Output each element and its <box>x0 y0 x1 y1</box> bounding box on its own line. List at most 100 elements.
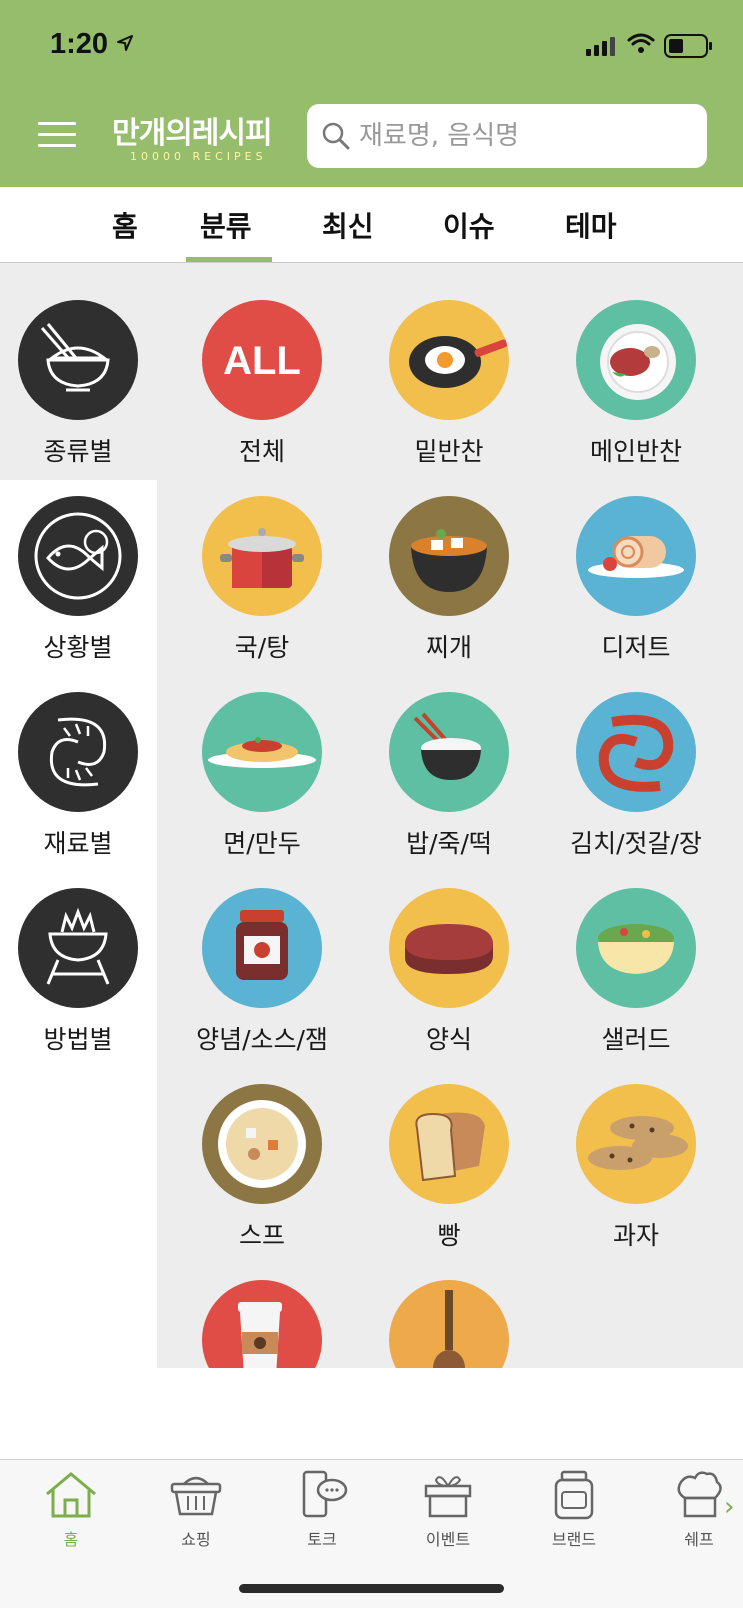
all-icon-text: ALL <box>223 339 301 383</box>
nav-shopping[interactable]: 쇼핑 <box>151 1470 241 1550</box>
soup-bowl-icon <box>202 1084 322 1204</box>
all-icon: ALL <box>202 300 322 420</box>
app-logo[interactable]: 만개의레시피 10000 RECIPES <box>112 108 292 168</box>
shrimp-icon <box>18 692 138 812</box>
rice-bowl-icon <box>18 300 138 420</box>
battery-icon <box>664 34 712 58</box>
category-label: 찌개 <box>425 633 472 662</box>
search-input[interactable] <box>359 116 689 156</box>
category-label: 디저트 <box>601 633 671 662</box>
sidebar-item-label: 상황별 <box>43 633 113 662</box>
nav-talk[interactable]: 토크 <box>277 1470 367 1550</box>
category-bread[interactable]: 빵 <box>364 1084 534 1252</box>
nav-scroll-right-icon[interactable]: › <box>724 1492 734 1522</box>
nav-label: 토크 <box>307 1530 337 1549</box>
category-salad[interactable]: 샐러드 <box>551 888 721 1056</box>
category-soup[interactable]: 국/탕 <box>177 496 347 664</box>
nav-event[interactable]: 이벤트 <box>403 1470 493 1550</box>
chef-hat-icon <box>677 1471 722 1518</box>
tab-home[interactable]: 홈 <box>112 205 138 245</box>
basket-icon <box>170 1476 222 1516</box>
sidebar-item-situation[interactable]: 상황별 <box>0 496 163 664</box>
category-western[interactable]: 양식 <box>364 888 534 1056</box>
nav-label: 홈 <box>63 1530 79 1549</box>
category-label: 과자 <box>612 1221 659 1250</box>
sidebar-item-label: 방법별 <box>43 1025 113 1054</box>
bread-icon <box>389 1084 509 1204</box>
steak-plate-icon <box>576 300 696 420</box>
category-label: 빵 <box>437 1221 461 1250</box>
location-arrow-icon <box>117 35 133 51</box>
category-rice[interactable]: 밥/죽/떡 <box>364 692 534 860</box>
category-stew[interactable]: 찌개 <box>364 496 534 664</box>
category-other[interactable] <box>364 1280 534 1368</box>
jar-icon <box>554 1470 594 1520</box>
category-noodles[interactable]: 면/만두 <box>177 692 347 860</box>
category-label: 양념/소스/잼 <box>196 1025 328 1054</box>
nav-label: 이벤트 <box>425 1530 471 1549</box>
rice-bowl-chopsticks-icon <box>389 692 509 812</box>
nav-home[interactable]: 홈 <box>26 1470 116 1550</box>
category-label: 국/탕 <box>234 633 290 662</box>
category-label: 샐러드 <box>601 1025 671 1054</box>
category-kimchi[interactable]: 김치/젓갈/장 <box>551 692 721 860</box>
category-main-dish[interactable]: 메인반찬 <box>551 300 721 468</box>
nav-label: 브랜드 <box>551 1530 597 1549</box>
tab-category[interactable]: 분류 <box>200 205 252 245</box>
category-side-dish[interactable]: 밑반찬 <box>364 300 534 468</box>
chat-phone-icon <box>302 1470 348 1518</box>
top-tabs: 홈 분류 최신 이슈 테마 <box>0 187 743 263</box>
jam-jar-icon <box>202 888 322 1008</box>
pasta-icon <box>202 692 322 812</box>
salad-bowl-icon <box>576 888 696 1008</box>
category-label: 김치/젓갈/장 <box>570 829 702 858</box>
content-bottom-spacer <box>0 1368 743 1459</box>
cookie-icon <box>576 1084 696 1204</box>
guitar-icon <box>389 1280 509 1368</box>
home-indicator <box>239 1584 504 1593</box>
home-icon <box>46 1472 96 1518</box>
search-box[interactable] <box>307 104 707 168</box>
tab-issue[interactable]: 이슈 <box>443 205 495 245</box>
category-dessert[interactable]: 디저트 <box>551 496 721 664</box>
sidebar-item-label: 재료별 <box>43 829 113 858</box>
status-bar: 1:20 <box>0 26 743 66</box>
logo-title: 만개의레시피 <box>112 116 273 151</box>
category-snack[interactable]: 과자 <box>551 1084 721 1252</box>
category-drink[interactable] <box>177 1280 347 1368</box>
sidebar-item-label: 종류별 <box>43 437 113 466</box>
category-sauce[interactable]: 양념/소스/잼 <box>177 888 347 1056</box>
category-content: 종류별 상황별 재료별 방법별 ALL 전체 밑반찬 메인반찬 국/탕 찌개 디… <box>0 263 743 1368</box>
nav-brand[interactable]: 브랜드 <box>529 1470 619 1550</box>
category-label: 면/만두 <box>223 829 301 858</box>
hamburger-menu-button[interactable] <box>38 122 76 148</box>
steak-icon <box>389 888 509 1008</box>
category-label: 전체 <box>238 437 285 466</box>
category-label: 밑반찬 <box>414 437 484 466</box>
sidebar-item-ingredient[interactable]: 재료별 <box>0 692 163 860</box>
signal-icon <box>586 37 615 56</box>
fish-plate-icon <box>18 496 138 616</box>
wifi-icon <box>627 33 655 53</box>
category-label: 메인반찬 <box>589 437 682 466</box>
sidebar-item-type[interactable]: 종류별 <box>0 300 163 468</box>
nav-label: 쉐프 <box>684 1530 714 1549</box>
coffee-cup-icon <box>202 1280 322 1368</box>
pot-icon <box>202 496 322 616</box>
fried-egg-pan-icon <box>389 300 509 420</box>
roll-cake-icon <box>576 496 696 616</box>
app-header: 1:20 만개의레시피 10000 RECIPES <box>0 0 743 187</box>
category-all[interactable]: ALL 전체 <box>177 300 347 468</box>
category-label: 스프 <box>238 1221 285 1250</box>
tab-theme[interactable]: 테마 <box>565 205 617 245</box>
category-potage[interactable]: 스프 <box>177 1084 347 1252</box>
category-label: 밥/죽/떡 <box>406 829 492 858</box>
gift-icon <box>424 1476 472 1518</box>
tab-latest[interactable]: 최신 <box>322 205 374 245</box>
search-icon <box>322 122 350 150</box>
shrimp-red-icon <box>576 692 696 812</box>
category-label: 양식 <box>425 1025 472 1054</box>
status-time: 1:20 <box>50 28 109 60</box>
sidebar-item-method[interactable]: 방법별 <box>0 888 163 1056</box>
nav-label: 쇼핑 <box>181 1530 211 1549</box>
